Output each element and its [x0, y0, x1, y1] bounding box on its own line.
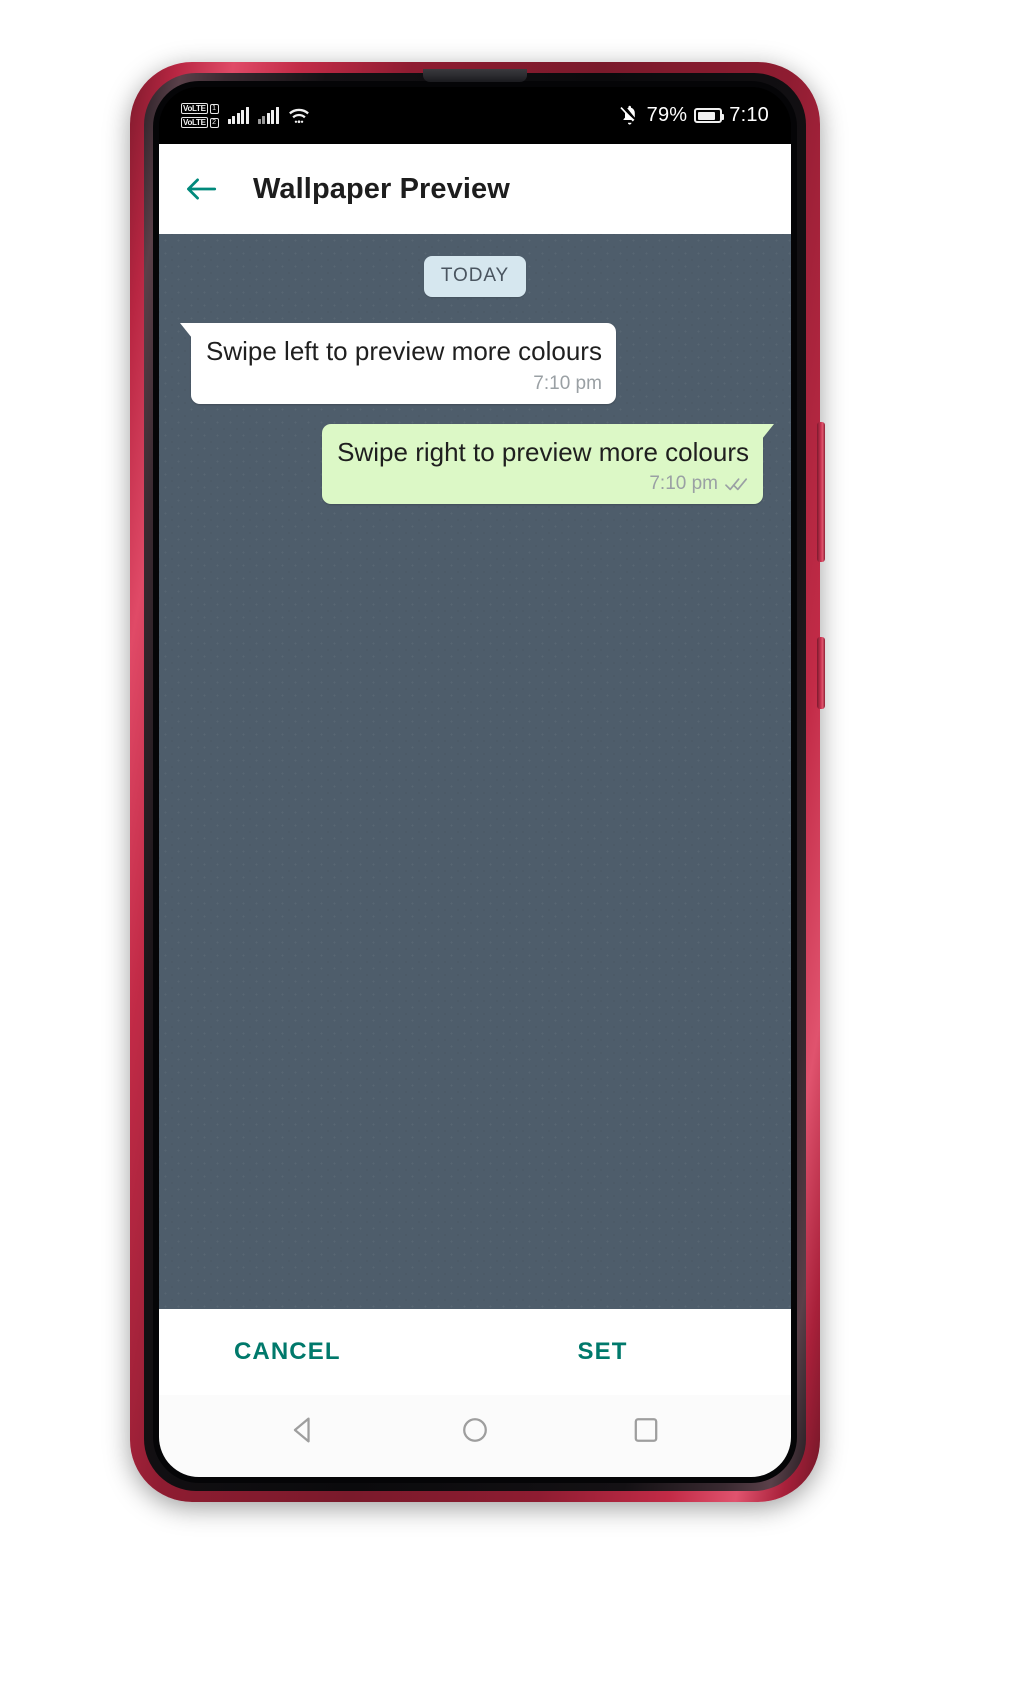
- app-bar: Wallpaper Preview: [159, 144, 791, 234]
- android-nav-bar: [159, 1395, 791, 1477]
- day-divider-row: TODAY: [179, 256, 771, 297]
- status-bar-right: 79% 7:10: [619, 104, 769, 127]
- battery-icon: [694, 108, 725, 123]
- wallpaper-preview-chat[interactable]: TODAY Swipe left to preview more colours…: [159, 234, 791, 1309]
- action-bar: CANCEL SET: [159, 1309, 791, 1395]
- volte-sim2: VoLTE 2: [181, 117, 219, 128]
- cancel-button[interactable]: CANCEL: [159, 1338, 448, 1366]
- volte-sim1: VoLTE 1: [181, 103, 219, 114]
- signal-bars-partial-icon: [257, 107, 279, 124]
- status-bar-clock: 7:10: [729, 104, 769, 126]
- signal-bars-full-icon: [227, 107, 249, 124]
- message-text: Swipe right to preview more colours: [337, 436, 749, 467]
- sim2-number: 2: [209, 117, 219, 128]
- day-divider-badge: TODAY: [423, 256, 527, 297]
- bell-mute-icon: [619, 105, 635, 125]
- nav-home-circle-icon[interactable]: [458, 1413, 492, 1447]
- volume-button[interactable]: [817, 422, 825, 562]
- double-check-icon: [725, 478, 748, 491]
- wifi-icon: [288, 108, 309, 123]
- sim1-number: 1: [209, 103, 219, 114]
- set-button[interactable]: SET: [448, 1338, 792, 1366]
- power-button[interactable]: [817, 637, 825, 709]
- status-bar-left: VoLTE 1 VoLTE 2: [181, 103, 310, 128]
- volte-badge-icon: VoLTE: [181, 117, 208, 128]
- volte-badge-icon: VoLTE: [181, 103, 208, 114]
- earpiece-speaker: [423, 69, 527, 82]
- message-meta: 7:10 pm: [337, 473, 749, 495]
- phone-device: VoLTE 1 VoLTE 2 79% 7:10 Wallpaper Previ…: [130, 62, 825, 1502]
- message-text: Swipe left to preview more colours: [206, 336, 602, 366]
- message-row-incoming: Swipe left to preview more colours 7:10 …: [179, 323, 771, 404]
- nav-back-triangle-icon[interactable]: [287, 1413, 321, 1447]
- message-time: 7:10 pm: [533, 372, 602, 394]
- status-bar: VoLTE 1 VoLTE 2 79% 7:10: [159, 87, 791, 144]
- message-time: 7:10 pm: [649, 473, 718, 495]
- phone-screen: VoLTE 1 VoLTE 2 79% 7:10 Wallpaper Previ…: [159, 87, 791, 1477]
- battery-percent-label: 79%: [646, 104, 688, 126]
- message-bubble-incoming[interactable]: Swipe left to preview more colours 7:10 …: [180, 323, 616, 404]
- volte-indicators: VoLTE 1 VoLTE 2: [181, 103, 219, 128]
- message-bubble-outgoing[interactable]: Swipe right to preview more colours 7:10…: [322, 423, 774, 505]
- message-row-outgoing: Swipe right to preview more colours 7:10…: [179, 423, 774, 505]
- nav-recents-square-icon[interactable]: [629, 1413, 663, 1447]
- page-title: Wallpaper Preview: [253, 172, 510, 205]
- back-arrow-icon[interactable]: [185, 175, 217, 203]
- message-meta: 7:10 pm: [206, 373, 602, 395]
